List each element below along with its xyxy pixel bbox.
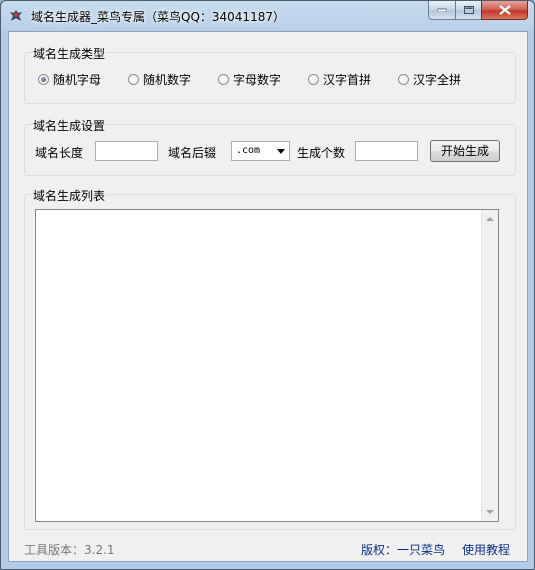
close-button[interactable]	[481, 1, 528, 20]
length-input[interactable]	[95, 141, 158, 161]
chevron-down-icon	[277, 149, 285, 154]
radio-label: 汉字全拼	[413, 72, 462, 87]
domain-listbox[interactable]	[35, 209, 499, 522]
scroll-down-arrow-icon[interactable]	[486, 509, 494, 515]
app-logo-icon	[10, 10, 22, 21]
type-group: 域名生成类型 随机字母 随机数字 字母数字 汉字首拼 汉字全拼	[24, 45, 516, 104]
count-label: 生成个数	[297, 146, 346, 160]
vertical-scrollbar[interactable]	[481, 210, 498, 521]
radio-dot[interactable]	[128, 73, 139, 85]
radio-label: 随机字母	[53, 72, 102, 87]
version-label: 工具版本：3.2.1	[24, 543, 115, 557]
list-group-label: 域名生成列表	[32, 187, 107, 204]
close-icon	[498, 5, 511, 15]
minimize-button[interactable]	[428, 1, 456, 20]
suffix-select[interactable]: .com	[231, 141, 290, 161]
type-group-label: 域名生成类型	[32, 45, 107, 62]
radio-dot[interactable]	[308, 73, 319, 85]
generate-button[interactable]: 开始生成	[430, 140, 500, 162]
tutorial-link[interactable]: 使用教程	[462, 541, 510, 558]
radio-dot[interactable]	[398, 73, 409, 85]
settings-group-label: 域名生成设置	[32, 117, 107, 134]
settings-group: 域名生成设置 域名长度 域名后辍 .com 生成个数 开始生成	[24, 117, 516, 176]
radio-random-digits[interactable]: 随机数字	[128, 71, 191, 87]
copyright-link[interactable]: 版权：一只菜鸟	[361, 541, 445, 558]
maximize-icon	[463, 6, 474, 14]
radio-hanzi-full[interactable]: 汉字全拼	[398, 71, 461, 87]
client-area: 域名生成类型 随机字母 随机数字 字母数字 汉字首拼 汉字全拼 域名生成设置 域…	[8, 31, 528, 562]
suffix-label: 域名后辍	[168, 146, 217, 160]
minimize-icon	[437, 8, 447, 12]
suffix-value: .com	[236, 145, 261, 156]
count-input[interactable]	[355, 141, 418, 161]
radio-letters-digits[interactable]: 字母数字	[218, 71, 281, 87]
maximize-button[interactable]	[455, 1, 482, 20]
radio-label: 随机数字	[143, 72, 192, 87]
radio-label: 汉字首拼	[323, 72, 372, 87]
scroll-up-arrow-icon[interactable]	[486, 216, 494, 222]
length-label: 域名长度	[35, 146, 84, 160]
title-bar[interactable]: 域名生成器_菜鸟专属（菜鸟QQ：34041187）	[1, 1, 534, 31]
window-title: 域名生成器_菜鸟专属（菜鸟QQ：34041187）	[31, 10, 285, 24]
radio-hanzi-initials[interactable]: 汉字首拼	[308, 71, 371, 87]
radio-dot[interactable]	[218, 73, 229, 85]
radio-random-letters[interactable]: 随机字母	[38, 71, 101, 87]
radio-label: 字母数字	[233, 72, 282, 87]
app-window: 域名生成器_菜鸟专属（菜鸟QQ：34041187） 域名生成类型 随机字母 随机…	[0, 0, 535, 570]
radio-dot[interactable]	[38, 73, 49, 85]
list-group: 域名生成列表	[24, 187, 516, 530]
